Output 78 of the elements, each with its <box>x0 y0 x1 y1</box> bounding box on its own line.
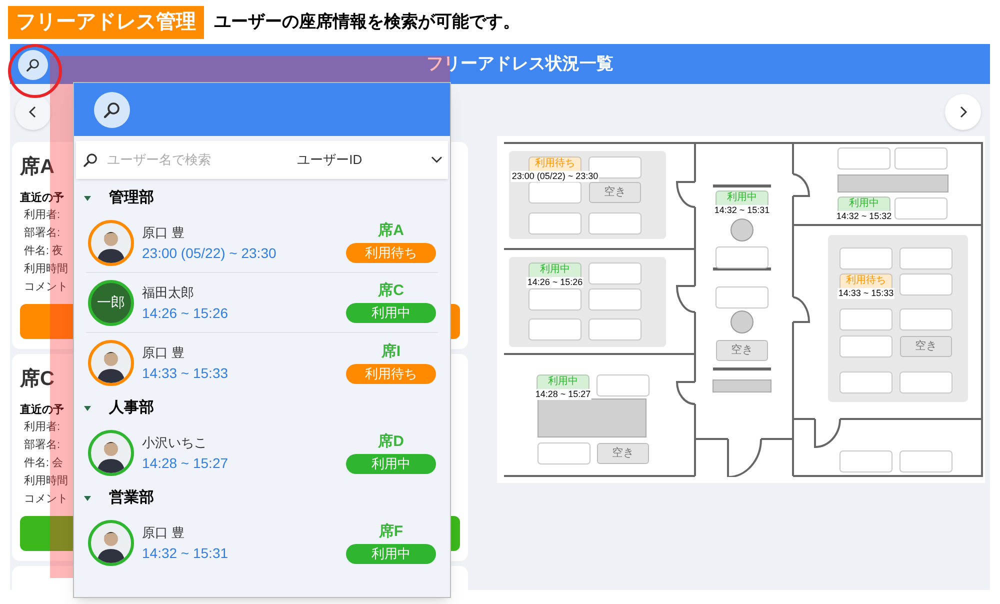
field-label: 利用者: <box>24 208 60 223</box>
caption-text: ユーザーの座席情報を検索が可能です。 <box>214 11 520 34</box>
field-label: 件名: 会 <box>24 456 64 471</box>
seat-label: 席F <box>378 522 404 540</box>
search-field[interactable]: ユーザー名で検索 <box>107 150 268 170</box>
section-heading: 直近の予 <box>20 190 64 206</box>
seat-title: 席A <box>20 154 54 180</box>
caret-down-icon[interactable] <box>84 406 91 410</box>
search-button[interactable] <box>94 92 130 128</box>
seat-label: 席C <box>378 282 404 300</box>
section-heading: 直近の予 <box>20 402 64 418</box>
field-label: 件名: 夜 <box>24 244 64 259</box>
seat-label: 席D <box>378 432 404 450</box>
page-title: フリーアドレス状況一覧 <box>426 53 614 76</box>
reservation-time: 14:33 ~ 15:33 <box>837 288 895 299</box>
search-icon <box>82 151 100 169</box>
reservation-time: 23:00 (05/22) ~ 23:30 <box>510 171 600 182</box>
avatar <box>88 340 134 386</box>
field-label: コメント <box>24 492 68 507</box>
user-list-item[interactable]: 原口 豊 23:00 (05/22) ~ 23:30 席A 利用待ち <box>86 213 438 273</box>
title-badge: フリーアドレス管理 <box>8 6 204 38</box>
reservation-time: 14:26 ~ 15:26 <box>526 277 584 288</box>
status-tag[interactable]: 利用中 <box>529 263 581 277</box>
field-label: コメント <box>24 280 68 295</box>
status-badge: 利用中 <box>346 303 436 323</box>
status-badge: 利用中 <box>346 544 436 564</box>
status-badge: 利用中 <box>346 454 436 474</box>
status-tag[interactable]: 利用待ち <box>529 157 581 171</box>
chevron-right-icon <box>958 106 968 118</box>
vacant-seat[interactable]: 空き <box>900 336 952 357</box>
seat-label: 席I <box>381 342 401 360</box>
reservation-time: 14:26 ~ 15:26 <box>142 304 230 322</box>
avatar: 一郎 <box>88 280 134 326</box>
group-heading: 管理部 <box>109 188 154 208</box>
status-tag[interactable]: 利用待ち <box>840 274 892 288</box>
reservation-time: 14:33 ~ 15:33 <box>142 364 230 383</box>
search-icon <box>25 57 41 73</box>
avatar <box>88 220 134 266</box>
status-tag[interactable]: 利用中 <box>537 375 589 389</box>
user-list-item[interactable]: 原口 豊 14:33 ~ 15:33 席I 利用待ち <box>86 333 438 393</box>
avatar <box>88 430 134 476</box>
reservation-time: 14:28 ~ 15:27 <box>142 454 230 473</box>
user-list-item[interactable]: 原口 豊 14:32 ~ 15:31 席F 利用中 <box>86 513 438 573</box>
reservation-time: 14:32 ~ 15:32 <box>835 211 893 222</box>
field-label: 部署名: <box>24 438 60 453</box>
status-badge: 利用待ち <box>346 243 436 263</box>
user-name: 小沢いちこ <box>142 434 208 452</box>
vacant-seat[interactable]: 空き <box>716 340 768 361</box>
seat-title: 席C <box>20 366 54 392</box>
user-list-item[interactable]: 一郎 福田太郎 14:26 ~ 15:26 席C 利用中 <box>86 273 438 333</box>
reservation-time: 14:32 ~ 15:31 <box>713 205 771 216</box>
filter-dropdown[interactable]: ユーザーID <box>297 150 431 170</box>
avatar <box>88 520 134 566</box>
status-tag[interactable]: 利用中 <box>716 191 768 205</box>
status-badge: 利用待ち <box>346 364 436 384</box>
chevron-left-icon <box>28 106 38 118</box>
user-name: 福田太郎 <box>142 284 195 302</box>
vacant-seat[interactable]: 空き <box>597 443 649 464</box>
group-heading: 営業部 <box>109 488 154 508</box>
user-name: 原口 豊 <box>142 224 186 242</box>
reservation-time: 14:32 ~ 15:31 <box>142 544 230 563</box>
seat-label: 席A <box>378 222 404 240</box>
field-label: 利用時間 <box>24 262 68 277</box>
vacant-seat[interactable]: 空き <box>589 182 641 203</box>
caret-down-icon[interactable] <box>84 496 91 500</box>
caret-down-icon[interactable] <box>84 196 91 200</box>
search-icon <box>102 100 122 120</box>
reservation-time: 14:28 ~ 15:27 <box>534 389 592 400</box>
group-heading: 人事部 <box>109 398 154 418</box>
reservation-time: 23:00 (05/22) ~ 23:30 <box>142 244 278 262</box>
chevron-down-icon <box>430 156 442 164</box>
status-tag[interactable]: 利用中 <box>838 197 890 211</box>
user-name: 原口 豊 <box>142 524 186 542</box>
user-list-item[interactable]: 小沢いちこ 14:28 ~ 15:27 席D 利用中 <box>86 423 438 483</box>
field-label: 利用時間 <box>24 474 68 489</box>
field-label: 部署名: <box>24 226 60 241</box>
user-name: 原口 豊 <box>142 344 186 362</box>
field-label: 利用者: <box>24 420 60 435</box>
